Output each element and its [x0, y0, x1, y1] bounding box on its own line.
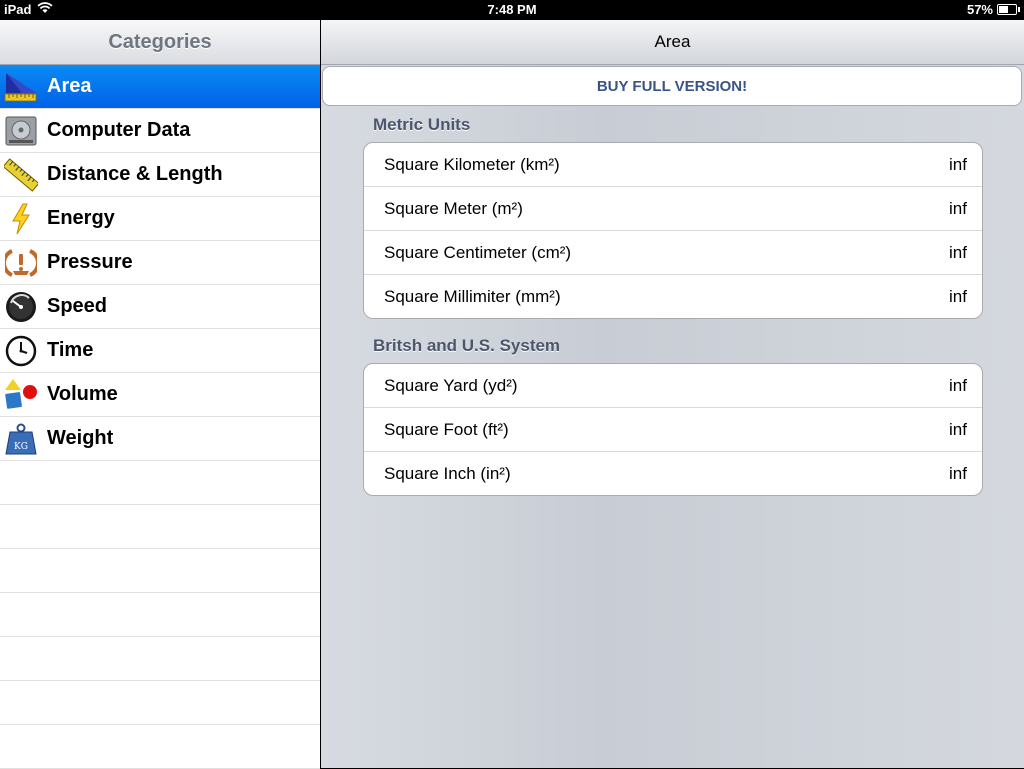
unit-row-square-meter[interactable]: Square Meter (m²) inf — [364, 187, 982, 231]
categories-title: Categories — [0, 20, 320, 65]
battery-percent: 57% — [966, 2, 993, 17]
unit-label: Square Foot (ft²) — [384, 419, 509, 439]
svg-text:KG: KG — [14, 442, 28, 452]
category-label: Computer Data — [47, 119, 191, 141]
area-icon — [4, 70, 38, 104]
unit-label: Square Inch (in²) — [384, 463, 511, 483]
detail-pane: Area BUY FULL VERSION! Metric Units Squa… — [321, 20, 1024, 768]
unit-row-square-centimeter[interactable]: Square Centimeter (cm²) inf — [364, 231, 982, 275]
category-label: Time — [47, 339, 94, 361]
unit-value: inf — [949, 286, 967, 306]
category-item-area[interactable]: Area — [0, 65, 320, 109]
category-item-time[interactable]: Time — [0, 329, 320, 373]
status-bar: iPad 7:48 PM 57% — [0, 0, 1024, 20]
kg-weight-icon: KG — [4, 422, 38, 456]
unit-row-square-yard[interactable]: Square Yard (yd²) inf — [364, 364, 982, 408]
unit-label: Square Millimiter (mm²) — [384, 286, 561, 306]
category-item-weight[interactable]: KG Weight — [0, 417, 320, 461]
unit-row-square-kilometer[interactable]: Square Kilometer (km²) inf — [364, 143, 982, 187]
empty-row — [0, 593, 320, 637]
unit-value: inf — [949, 463, 967, 483]
shapes-icon — [4, 378, 38, 412]
unit-label: Square Kilometer (km²) — [384, 154, 560, 174]
battery-fill — [999, 6, 1009, 13]
section-title-british-us: Britsh and U.S. System — [373, 336, 561, 355]
empty-row — [0, 461, 320, 505]
category-label: Energy — [47, 207, 115, 229]
unit-value: inf — [949, 419, 967, 439]
unit-value: inf — [949, 154, 967, 174]
pressure-warning-icon — [4, 246, 38, 280]
unit-row-square-millimeter[interactable]: Square Millimiter (mm²) inf — [364, 275, 982, 318]
unit-label: Square Centimeter (cm²) — [384, 242, 572, 262]
category-label: Pressure — [47, 251, 133, 273]
category-label: Volume — [47, 383, 118, 405]
unit-value: inf — [949, 242, 967, 262]
unit-row-square-inch[interactable]: Square Inch (in²) inf — [364, 452, 982, 495]
detail-title: Area — [321, 20, 1024, 65]
buy-full-version-button[interactable]: BUY FULL VERSION! — [322, 66, 1022, 106]
british-us-units-group: Square Yard (yd²) inf Square Foot (ft²) … — [363, 363, 983, 496]
empty-row — [0, 549, 320, 593]
category-label: Area — [47, 75, 92, 97]
speedometer-icon — [4, 290, 38, 324]
ruler-icon — [4, 157, 38, 192]
category-label: Speed — [47, 295, 108, 317]
category-list: Area Computer Data Distance & Length Ene… — [0, 65, 320, 769]
category-item-volume[interactable]: Volume — [0, 373, 320, 417]
metric-units-group: Square Kilometer (km²) inf Square Meter … — [363, 142, 983, 319]
clock-time: 7:48 PM — [487, 2, 537, 17]
category-item-pressure[interactable]: Pressure — [0, 241, 320, 285]
section-title-metric: Metric Units — [373, 115, 471, 134]
category-label: Distance & Length — [47, 163, 223, 185]
unit-label: Square Yard (yd²) — [384, 375, 518, 395]
empty-row — [0, 505, 320, 549]
categories-pane: Categories Area Computer Data Distance &… — [0, 20, 321, 769]
unit-row-square-foot[interactable]: Square Foot (ft²) inf — [364, 408, 982, 452]
category-item-energy[interactable]: Energy — [0, 197, 320, 241]
battery-icon — [997, 4, 1020, 15]
empty-row — [0, 637, 320, 681]
category-item-computer-data[interactable]: Computer Data — [0, 109, 320, 153]
clock-icon — [4, 334, 38, 368]
category-item-distance-length[interactable]: Distance & Length — [0, 153, 320, 197]
category-item-speed[interactable]: Speed — [0, 285, 320, 329]
unit-label: Square Meter (m²) — [384, 198, 523, 218]
lightning-icon — [4, 202, 38, 236]
category-label: Weight — [47, 427, 114, 449]
hard-drive-icon — [4, 114, 38, 148]
empty-row — [0, 681, 320, 725]
empty-row — [0, 725, 320, 769]
unit-value: inf — [949, 198, 967, 218]
unit-value: inf — [949, 375, 967, 395]
